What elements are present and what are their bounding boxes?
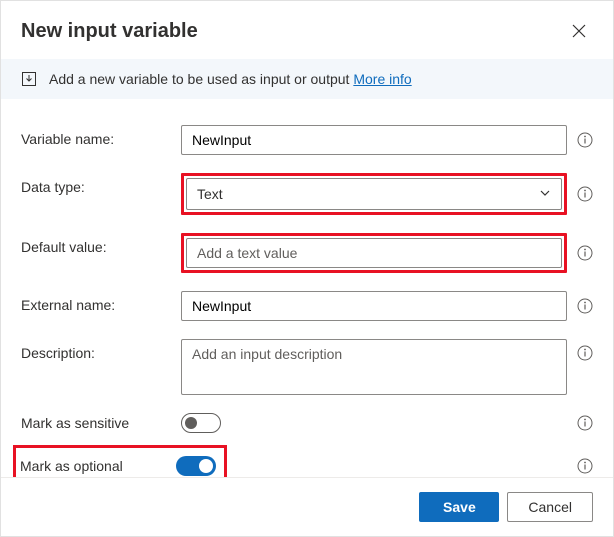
default-value-info[interactable] [577,245,593,261]
external-name-label: External name: [21,291,181,313]
add-variable-icon [21,71,37,87]
cancel-button[interactable]: Cancel [507,492,593,522]
data-type-value: Text [197,186,223,202]
form: Variable name: Data type: Text Default v… [1,99,613,487]
sensitive-label: Mark as sensitive [21,415,181,431]
data-type-info[interactable] [577,186,593,202]
external-name-row: External name: [21,291,593,321]
data-type-label: Data type: [21,173,181,195]
banner-text-label: Add a new variable to be used as input o… [49,71,353,87]
variable-name-input[interactable] [181,125,567,155]
external-name-input[interactable] [181,291,567,321]
default-value-row: Default value: [21,233,593,273]
new-input-variable-dialog: New input variable Add a new variable to… [0,0,614,537]
description-label: Description: [21,339,181,361]
default-value-label: Default value: [21,233,181,255]
default-value-highlight [181,233,567,273]
data-type-row: Data type: Text [21,173,593,215]
dialog-title: New input variable [21,20,198,43]
default-value-input[interactable] [186,238,562,268]
save-button[interactable]: Save [419,492,499,522]
external-name-info[interactable] [577,298,593,314]
banner-text: Add a new variable to be used as input o… [49,71,412,87]
sensitive-row: Mark as sensitive [21,413,593,433]
more-info-link[interactable]: More info [353,71,411,87]
sensitive-toggle[interactable] [181,413,221,433]
optional-toggle[interactable] [176,456,216,476]
data-type-highlight: Text [181,173,567,215]
variable-name-info[interactable] [577,132,593,148]
chevron-down-icon [539,186,551,202]
sensitive-info[interactable] [577,415,593,431]
dialog-footer: Save Cancel [1,477,613,536]
variable-name-row: Variable name: [21,125,593,155]
dialog-header: New input variable [1,1,613,59]
description-info[interactable] [577,345,593,361]
optional-label: Mark as optional [20,458,176,474]
close-button[interactable] [565,17,593,45]
variable-name-label: Variable name: [21,125,181,147]
info-banner: Add a new variable to be used as input o… [1,59,613,99]
close-icon [572,24,586,38]
data-type-select[interactable]: Text [186,178,562,210]
description-input[interactable] [181,339,567,395]
description-row: Description: [21,339,593,395]
optional-info[interactable] [577,458,593,474]
